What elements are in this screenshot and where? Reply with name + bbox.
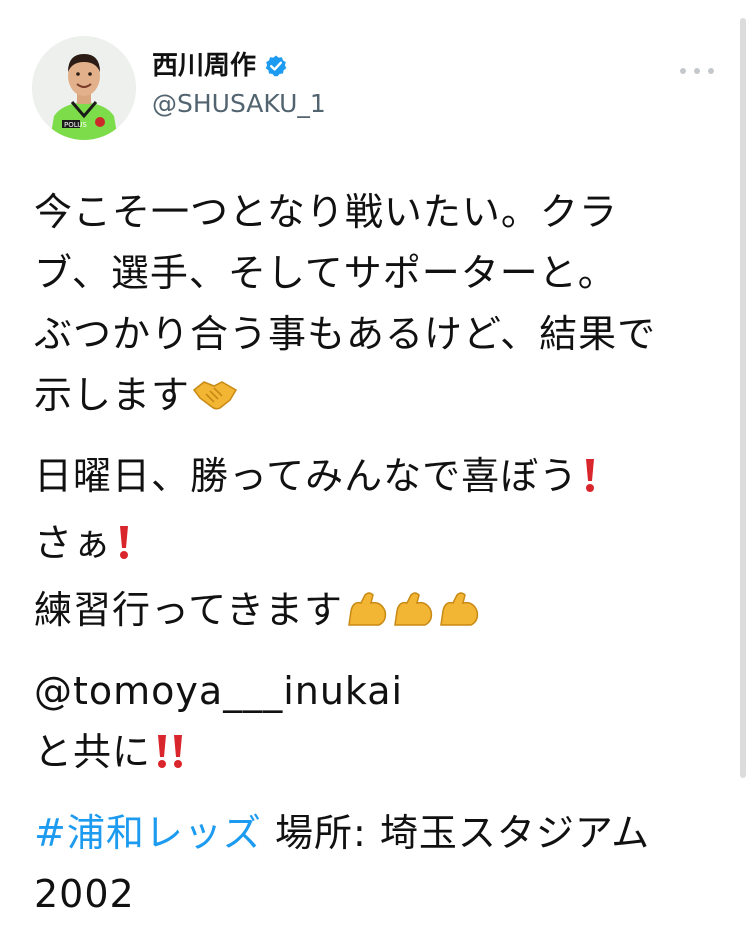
name-block: 西川周作 @SHUSAKU_1	[152, 50, 326, 120]
exclamation-icon	[580, 452, 600, 513]
flexed-biceps-icon	[391, 586, 435, 647]
exclamation-icon	[114, 519, 134, 580]
verified-badge-icon	[264, 54, 288, 78]
text-line: と共に	[34, 730, 152, 774]
text-line: 示します	[34, 373, 191, 417]
display-name-row[interactable]: 西川周作	[152, 50, 326, 82]
paragraph-4: #浦和レッズ 場所: 埼玉スタジアム 2002	[34, 803, 714, 925]
tweet-header: POLUS 西川周作 @SHUSAKU_1	[32, 36, 722, 146]
paragraph-3: @tomoya___inukai と共に	[34, 661, 714, 789]
paragraph-2: 日曜日、勝ってみんなで喜ぼう さぁ 練習行ってきます	[34, 446, 714, 647]
text-line: さぁ	[34, 521, 113, 565]
avatar[interactable]: POLUS	[32, 36, 136, 140]
scrollbar[interactable]	[740, 18, 746, 778]
double-exclamation-icon	[153, 728, 189, 789]
flexed-biceps-icon	[437, 586, 481, 647]
tweet-text: 今こそ一つとなり戦いたい。クラ ブ、選手、そしてサポーターと。 ぶつかり合う事も…	[34, 182, 714, 925]
location-year[interactable]: 2002	[34, 872, 135, 916]
text-line: 今こそ一つとなり戦いたい。クラ	[34, 190, 618, 234]
display-name[interactable]: 西川周作	[152, 50, 256, 82]
shirt-sponsor-text: POLUS	[64, 121, 87, 129]
handshake-icon	[192, 371, 238, 432]
text-line: ブ、選手、そしてサポーターと。	[34, 251, 617, 295]
user-handle[interactable]: @SHUSAKU_1	[152, 88, 326, 120]
text-line: 練習行ってきます	[34, 588, 343, 632]
paragraph-1: 今こそ一つとなり戦いたい。クラ ブ、選手、そしてサポーターと。 ぶつかり合う事も…	[34, 182, 714, 432]
text-line: 日曜日、勝ってみんなで喜ぼう	[34, 454, 579, 498]
mention-link[interactable]: @tomoya___inukai	[34, 669, 403, 713]
text-line: ぶつかり合う事もあるけど、結果で	[34, 312, 657, 356]
hashtag-link[interactable]: #浦和レッズ	[34, 811, 262, 855]
location-text[interactable]: 場所: 埼玉スタジアム	[275, 811, 650, 855]
more-options-icon[interactable]	[680, 64, 714, 78]
flexed-biceps-icon	[345, 586, 389, 647]
